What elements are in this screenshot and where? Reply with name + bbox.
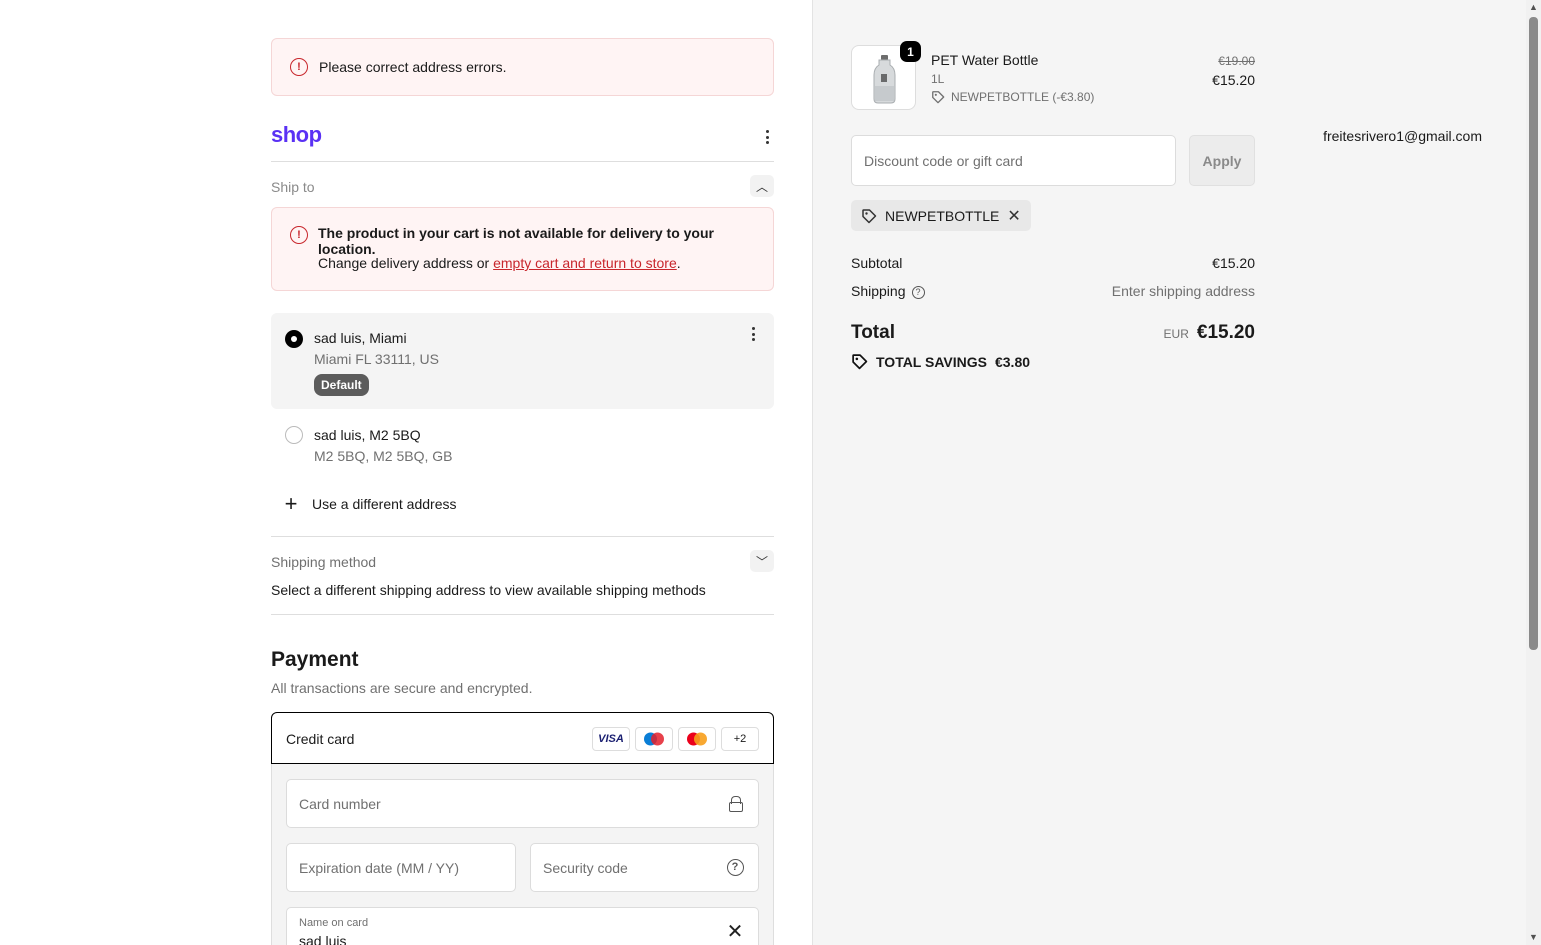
applied-discount-chip: NEWPETBOTTLE ✕ (851, 200, 1031, 231)
account-menu-icon[interactable] (761, 128, 773, 146)
clear-icon[interactable]: ✕ (726, 921, 744, 943)
total-currency: EUR (1163, 327, 1189, 341)
divider (271, 536, 774, 537)
payment-title: Payment (271, 648, 359, 671)
payment-subtitle: All transactions are secure and encrypte… (271, 680, 533, 696)
total-savings-value: €3.80 (994, 353, 1031, 370)
shop-logo: shop (271, 122, 322, 147)
address-line1: sad luis, M2 5BQ (314, 427, 421, 443)
expiration-placeholder: Expiration date (MM / YY) (299, 860, 460, 876)
collapse-ship-to-button[interactable]: ︿ (750, 175, 774, 197)
name-on-card-label: Name on card (299, 917, 369, 929)
card-number-placeholder: Card number (299, 796, 381, 812)
product-variant: 1L (931, 72, 945, 86)
credit-card-form: Card number Expiration date (MM / YY) Se… (271, 764, 774, 945)
scroll-down-icon[interactable]: ▼ (1526, 930, 1541, 945)
use-different-address-button[interactable]: + Use a different address (282, 491, 457, 516)
applied-discount-code: NEWPETBOTTLE (885, 207, 1000, 224)
subtotal-value: €15.20 (1212, 255, 1255, 271)
scrollbar-thumb[interactable] (1529, 17, 1538, 650)
tag-icon (862, 208, 877, 223)
security-code-field[interactable]: Security code ? (530, 843, 759, 892)
scroll-up-icon[interactable]: ▲ (1526, 0, 1541, 15)
more-cards-badge: +2 (721, 727, 759, 751)
error-icon: ! (290, 226, 308, 244)
chevron-down-icon: ﹀ (755, 554, 768, 569)
discount-code-placeholder: Discount code or gift card (864, 153, 1023, 169)
quantity-badge: 1 (900, 41, 921, 62)
shipping-method-label: Shipping method (271, 554, 377, 570)
total-savings: TOTAL SAVINGS €3.80 (851, 353, 1030, 370)
shipping-method-message: Select a different shipping address to v… (271, 582, 706, 598)
delivery-warning-title: The product in your cart is not availabl… (318, 225, 714, 257)
subtotal-label: Subtotal (851, 255, 903, 271)
plus-icon: + (284, 491, 298, 516)
error-icon: ! (290, 58, 308, 76)
total-savings-label: TOTAL SAVINGS (876, 353, 987, 370)
delivery-warning: ! The product in your cart is not availa… (271, 207, 774, 291)
total-label: Total (851, 322, 895, 343)
maestro-icon (635, 727, 673, 751)
warning-suffix: . (676, 255, 681, 271)
lock-icon (726, 794, 744, 812)
total-amount: €15.20 (1196, 322, 1255, 343)
security-code-placeholder: Security code (543, 860, 628, 876)
address-menu-icon[interactable] (747, 325, 759, 343)
address-line1: sad luis, Miami (314, 330, 407, 346)
help-icon[interactable]: ? (911, 285, 925, 299)
address-line2: M2 5BQ, M2 5BQ, GB (314, 448, 453, 464)
help-icon[interactable]: ? (726, 858, 744, 876)
chevron-up-icon: ︿ (755, 179, 768, 194)
account-email: freitesrivero1@gmail.com (1323, 128, 1482, 144)
credit-card-label: Credit card (286, 731, 355, 747)
product-name: PET Water Bottle (931, 52, 1039, 68)
product-discount-text: NEWPETBOTTLE (-€3.80) (951, 90, 1095, 104)
tags-icon (852, 354, 868, 370)
use-different-address-label: Use a different address (312, 496, 457, 512)
name-on-card-value: sad luis (299, 933, 347, 945)
address-radio-selected[interactable] (285, 330, 303, 348)
address-option-gb[interactable]: sad luis, M2 5BQ M2 5BQ, M2 5BQ, GB (271, 416, 774, 472)
credit-card-option[interactable]: Credit card VISA +2 (271, 712, 774, 764)
expand-shipping-method-button[interactable]: ﹀ (750, 550, 774, 572)
address-error-text: Please correct address errors. (319, 59, 507, 75)
shipping-value: Enter shipping address (1111, 283, 1255, 299)
delivery-warning-text: Change delivery address or empty cart an… (318, 255, 681, 271)
default-badge: Default (314, 374, 369, 396)
apply-button[interactable]: Apply (1189, 135, 1255, 186)
address-option-default[interactable]: sad luis, Miami Miami FL 33111, US Defau… (271, 313, 774, 409)
shipping-label: Shipping (851, 283, 906, 299)
divider (271, 161, 774, 162)
product-price: €15.20 (1212, 72, 1255, 88)
address-error-banner: ! Please correct address errors. (271, 38, 774, 96)
shipping-row: Shipping? (851, 283, 925, 299)
discount-code-input[interactable]: Discount code or gift card (851, 135, 1176, 186)
tag-icon (932, 91, 945, 104)
card-brands: VISA +2 (592, 727, 759, 751)
scrollbar[interactable]: ▲ ▼ (1526, 0, 1541, 945)
address-radio[interactable] (285, 426, 303, 444)
empty-cart-link[interactable]: empty cart and return to store (493, 255, 677, 271)
name-on-card-field[interactable]: Name on card sad luis ✕ (286, 907, 759, 945)
ship-to-label: Ship to (271, 179, 315, 195)
expiration-field[interactable]: Expiration date (MM / YY) (286, 843, 516, 892)
warning-prefix: Change delivery address or (318, 255, 494, 271)
product-discount: NEWPETBOTTLE (-€3.80) (931, 90, 1094, 104)
remove-discount-icon[interactable]: ✕ (1007, 206, 1020, 226)
total-value: EUR €15.20 (1164, 322, 1255, 344)
divider (271, 614, 774, 615)
original-price: €19.00 (1218, 54, 1255, 68)
card-number-field[interactable]: Card number (286, 779, 759, 828)
visa-icon: VISA (592, 727, 630, 751)
address-line2: Miami FL 33111, US (314, 351, 440, 367)
mastercard-icon (678, 727, 716, 751)
